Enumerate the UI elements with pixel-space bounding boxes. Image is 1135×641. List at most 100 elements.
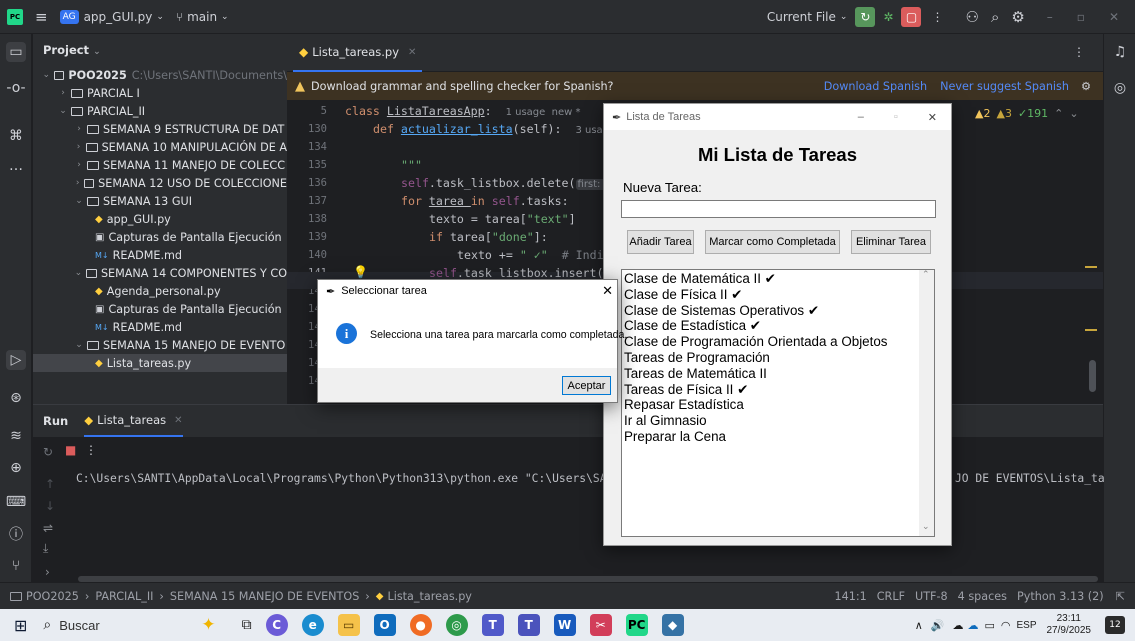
task-list-item[interactable]: Preparar la Cena — [624, 429, 726, 444]
branch-selector[interactable]: ⑂ main ⌄ — [176, 5, 229, 29]
run-tab[interactable]: ◆ Lista_tareas ✕ — [84, 405, 183, 437]
run-tool-icon[interactable]: ▷ — [6, 350, 26, 370]
chevron-down-icon[interactable]: ⌄ — [41, 70, 52, 80]
close-icon[interactable]: ✕ — [602, 283, 613, 299]
task-list-item[interactable]: Tareas de Física II ✔ — [624, 382, 748, 398]
hamburger-icon[interactable]: ≡ — [35, 5, 48, 29]
add-task-button[interactable]: Añadir Tarea — [627, 230, 694, 254]
line-ending[interactable]: CRLF — [877, 590, 905, 603]
tree-item[interactable]: › PARCIAL I — [33, 84, 287, 102]
scroll-end-icon[interactable]: ⤓ — [43, 541, 48, 556]
run-config-selector[interactable]: Current File ⌄ — [767, 5, 848, 29]
tree-item[interactable]: ⌄ PARCIAL_II — [33, 102, 287, 120]
chevron-right-icon[interactable]: › — [73, 142, 84, 152]
word-icon[interactable]: W — [553, 614, 576, 636]
python-packages-icon[interactable]: ⊛ — [6, 388, 26, 408]
task-list-item[interactable]: Repasar Estadística — [624, 397, 744, 412]
mark-complete-button[interactable]: Marcar como Completada — [705, 230, 840, 254]
project-badge[interactable]: AG — [59, 9, 79, 24]
editor-scrollbar[interactable] — [1089, 360, 1096, 392]
task-list-item[interactable]: Clase de Programación Orientada a Objeto… — [624, 334, 888, 349]
download-spanish-link[interactable]: Download Spanish — [824, 80, 927, 93]
teams-icon[interactable]: T — [481, 614, 504, 636]
chrome-icon[interactable]: ◎ — [445, 614, 468, 636]
notifications-icon[interactable]: ♫ — [1110, 42, 1130, 62]
tree-item[interactable]: ⌄ SEMANA 13 GUI — [33, 192, 287, 210]
new-task-input[interactable] — [621, 200, 936, 218]
settings-icon[interactable]: ⚙ — [1081, 80, 1091, 93]
copilot-icon[interactable]: C — [265, 614, 288, 636]
close-icon[interactable]: ✕ — [1109, 5, 1119, 29]
commit-icon[interactable]: -o- — [6, 78, 26, 98]
task-view-icon[interactable]: ⧉ — [242, 617, 252, 633]
share-icon[interactable]: ⇱ — [1116, 590, 1125, 603]
onedrive-icon[interactable]: ☁ — [952, 619, 963, 632]
tray-chevron-icon[interactable]: ∧ — [915, 619, 923, 632]
indent-setting[interactable]: 4 spaces — [958, 590, 1007, 603]
breadcrumb-item[interactable]: POO2025 — [26, 590, 79, 603]
tree-item[interactable]: M↓ README.md — [33, 318, 287, 336]
chevron-right-icon[interactable]: › — [73, 160, 85, 170]
app-logo[interactable]: PC — [7, 8, 23, 25]
rerun-icon[interactable]: ↻ — [43, 445, 53, 459]
task-list-item[interactable]: Clase de Física II ✔ — [624, 287, 742, 303]
ai-assistant-icon[interactable]: ◎ — [1110, 78, 1130, 98]
sparkles-icon[interactable]: ✦ — [201, 615, 215, 635]
expand-icon[interactable]: › — [45, 565, 50, 579]
tree-item[interactable]: › SEMANA 10 MANIPULACIÓN DE A — [33, 138, 287, 156]
more-icon[interactable]: ⋮ — [931, 5, 943, 29]
never-suggest-link[interactable]: Never suggest Spanish — [940, 80, 1069, 93]
editor-tab[interactable]: ◆ Lista_tareas.py ✕ — [293, 34, 423, 72]
scroll-down-arrow-icon[interactable]: ⌄ — [922, 522, 930, 532]
chevron-down-icon[interactable]: ⌄ — [73, 268, 84, 278]
lightbulb-icon[interactable]: 💡 — [353, 265, 368, 279]
wifi-icon[interactable]: ◠ — [1001, 619, 1011, 632]
listbox-scrollbar[interactable]: ⌃ ⌄ — [919, 270, 934, 536]
maximize-icon[interactable]: ▫ — [894, 111, 898, 123]
structure-icon[interactable]: ⌘ — [6, 126, 26, 146]
tree-item[interactable]: ⌄ SEMANA 14 COMPONENTES Y CO — [33, 264, 287, 282]
task-list-item[interactable]: Clase de Matemática II ✔ — [624, 271, 776, 287]
services-icon[interactable]: ⊕ — [6, 458, 26, 478]
close-tab-icon[interactable]: ✕ — [174, 415, 182, 426]
onedrive-blue-icon[interactable]: ☁ — [967, 619, 978, 632]
delete-task-button[interactable]: Eliminar Tarea — [851, 230, 931, 254]
maximize-icon[interactable]: ▫ — [1077, 5, 1085, 29]
more-icon[interactable]: ⋮ — [85, 443, 97, 457]
tree-item[interactable]: ◆ app_GUI.py — [33, 210, 287, 228]
chevron-down-icon[interactable]: ⌄ — [1069, 107, 1078, 120]
snipping-tool-icon[interactable]: ✂ — [589, 614, 612, 636]
problems-icon[interactable]: ⓘ — [6, 524, 26, 544]
clock[interactable]: 23:11 27/9/2025 — [1047, 613, 1092, 637]
close-icon[interactable]: ✕ — [928, 111, 937, 124]
tree-item[interactable]: M↓ README.md — [33, 246, 287, 264]
chevron-right-icon[interactable]: › — [73, 178, 82, 188]
file-encoding[interactable]: UTF-8 — [915, 590, 948, 603]
tree-item[interactable]: ⌄ SEMANA 15 MANEJO DE EVENTO — [33, 336, 287, 354]
chevron-up-icon[interactable]: ⌃ — [1054, 107, 1063, 120]
chevron-down-icon[interactable]: ⌄ — [57, 106, 69, 116]
python-tk-taskbar-icon[interactable]: ◆ — [661, 614, 684, 636]
tree-item[interactable]: ⌄ POO2025 C:\Users\SANTI\Documents\ — [33, 66, 287, 84]
accept-button[interactable]: Aceptar — [562, 376, 611, 395]
settings-icon[interactable]: ⚙ — [1011, 5, 1024, 29]
file-explorer-icon[interactable]: ▭ — [337, 614, 360, 636]
tree-item[interactable]: › SEMANA 9 ESTRUCTURA DE DAT — [33, 120, 287, 138]
pycharm-taskbar-icon[interactable]: PC — [625, 614, 648, 636]
task-list-item[interactable]: Tareas de Matemática II — [624, 366, 767, 381]
chevron-right-icon[interactable]: › — [57, 88, 69, 98]
firefox-icon[interactable]: ● — [409, 614, 432, 636]
chevron-down-icon[interactable]: ⌄ — [73, 340, 85, 350]
breadcrumb-item[interactable]: Lista_tareas.py — [387, 590, 471, 603]
stop-icon[interactable]: ■ — [65, 443, 76, 457]
taskbar-search[interactable]: ⌕ Buscar — [39, 611, 199, 639]
soft-wrap-icon[interactable]: ⇌ — [43, 521, 53, 535]
git-icon[interactable]: ⑂ — [6, 556, 26, 576]
close-tab-icon[interactable]: ✕ — [408, 47, 416, 58]
task-list-item[interactable]: Clase de Sistemas Operativos ✔ — [624, 303, 819, 319]
notification-center[interactable]: 12 — [1105, 616, 1125, 634]
minimize-icon[interactable]: – — [1047, 5, 1053, 29]
scroll-down-icon[interactable]: ↓ — [45, 499, 55, 513]
scroll-up-icon[interactable]: ↑ — [45, 477, 55, 491]
tree-item[interactable]: ▣ Capturas de Pantalla Ejecución — [33, 228, 287, 246]
